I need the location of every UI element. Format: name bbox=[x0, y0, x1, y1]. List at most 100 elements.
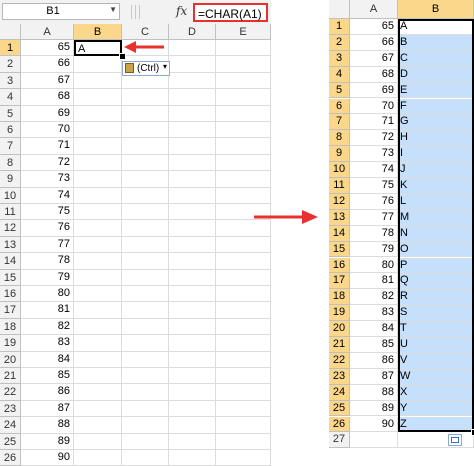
cell-b[interactable] bbox=[74, 318, 122, 336]
cell-a[interactable] bbox=[350, 432, 398, 449]
grid-cell[interactable] bbox=[169, 204, 216, 221]
row-header[interactable]: 18 bbox=[0, 318, 21, 336]
row-header[interactable]: 10 bbox=[329, 162, 350, 178]
cell-a[interactable]: 89 bbox=[21, 433, 74, 450]
cell-b[interactable] bbox=[74, 433, 122, 450]
cell-a[interactable]: 72 bbox=[350, 130, 398, 147]
column-header-e[interactable]: E bbox=[216, 24, 271, 40]
cell-b[interactable]: X bbox=[398, 384, 474, 401]
grid-cell[interactable] bbox=[216, 433, 271, 450]
cell-a[interactable]: 74 bbox=[350, 162, 398, 178]
cell-b[interactable]: Q bbox=[398, 273, 474, 290]
row-header[interactable]: 7 bbox=[0, 138, 21, 155]
row-header[interactable]: 1 bbox=[0, 40, 21, 57]
name-box[interactable]: B1 ▼ bbox=[2, 3, 120, 20]
row-header[interactable]: 6 bbox=[329, 98, 350, 115]
cell-a[interactable]: 90 bbox=[350, 416, 398, 433]
cell-a[interactable]: 75 bbox=[350, 178, 398, 194]
cell-a[interactable]: 76 bbox=[350, 193, 398, 210]
grid-cell[interactable] bbox=[169, 138, 216, 155]
grid-cell[interactable] bbox=[216, 368, 271, 385]
cell-a[interactable]: 70 bbox=[350, 98, 398, 115]
cell-b[interactable]: M bbox=[398, 209, 474, 226]
cell-b[interactable] bbox=[74, 302, 122, 319]
row-header[interactable]: 2 bbox=[329, 34, 350, 51]
row-header[interactable]: 3 bbox=[329, 50, 350, 67]
grid-cell[interactable] bbox=[122, 89, 169, 106]
cell-b[interactable] bbox=[74, 400, 122, 418]
cell-b[interactable] bbox=[74, 384, 122, 401]
cell-b[interactable]: Z bbox=[398, 416, 474, 433]
grid-cell[interactable] bbox=[216, 417, 271, 434]
grid-cell[interactable] bbox=[169, 56, 216, 73]
paste-options-button[interactable]: (Ctrl) ▾ bbox=[122, 61, 170, 76]
cell-a[interactable]: 68 bbox=[21, 89, 74, 106]
row-header[interactable]: 26 bbox=[329, 416, 350, 433]
row-header[interactable]: 5 bbox=[329, 82, 350, 99]
cell-b[interactable] bbox=[74, 335, 122, 352]
cell-a[interactable]: 72 bbox=[21, 154, 74, 172]
grid-cell[interactable] bbox=[216, 56, 271, 73]
chevron-down-icon[interactable]: ▾ bbox=[163, 62, 167, 71]
grid-cell[interactable] bbox=[169, 72, 216, 90]
cell-b[interactable]: I bbox=[398, 146, 474, 163]
cell-b[interactable] bbox=[74, 253, 122, 270]
row-header[interactable]: 25 bbox=[329, 400, 350, 417]
cell-b[interactable]: V bbox=[398, 352, 474, 369]
cell-b[interactable] bbox=[74, 89, 122, 106]
cell-a[interactable]: 66 bbox=[21, 56, 74, 73]
row-header[interactable]: 18 bbox=[329, 289, 350, 306]
fill-handle[interactable] bbox=[119, 53, 126, 61]
row-header[interactable]: 19 bbox=[329, 305, 350, 322]
grid-cell[interactable] bbox=[122, 122, 169, 139]
cell-a[interactable]: 78 bbox=[350, 225, 398, 242]
grid-cell[interactable] bbox=[122, 335, 169, 352]
row-header[interactable]: 22 bbox=[329, 352, 350, 369]
cell-b[interactable]: J bbox=[398, 162, 474, 178]
grid-cell[interactable] bbox=[216, 384, 271, 401]
cell-a[interactable]: 88 bbox=[350, 384, 398, 401]
grid-cell[interactable] bbox=[169, 318, 216, 336]
row-header[interactable]: 27 bbox=[329, 432, 350, 449]
grid-cell[interactable] bbox=[216, 400, 271, 418]
grid-cell[interactable] bbox=[122, 302, 169, 319]
grid-cell[interactable] bbox=[122, 400, 169, 418]
row-header[interactable]: 21 bbox=[329, 337, 350, 353]
grid-cell[interactable] bbox=[122, 171, 169, 188]
cell-a[interactable]: 85 bbox=[350, 337, 398, 353]
cell-a[interactable]: 67 bbox=[350, 50, 398, 67]
grid-cell[interactable] bbox=[169, 286, 216, 303]
grid-cell[interactable] bbox=[216, 269, 271, 286]
grid-cell[interactable] bbox=[169, 122, 216, 139]
grid-cell[interactable] bbox=[216, 40, 271, 57]
grid-cell[interactable] bbox=[169, 269, 216, 286]
cell-b[interactable]: Y bbox=[398, 400, 474, 417]
column-header-a[interactable]: A bbox=[350, 0, 398, 19]
grid-cell[interactable] bbox=[216, 72, 271, 90]
row-header[interactable]: 16 bbox=[0, 286, 21, 303]
grid-cell[interactable] bbox=[169, 400, 216, 418]
grid-cell[interactable] bbox=[169, 433, 216, 450]
cell-b[interactable] bbox=[74, 154, 122, 172]
cell-b[interactable]: R bbox=[398, 289, 474, 306]
cell-b[interactable]: K bbox=[398, 178, 474, 194]
row-header[interactable]: 9 bbox=[329, 146, 350, 163]
cell-b[interactable] bbox=[74, 187, 122, 204]
row-header[interactable]: 4 bbox=[329, 66, 350, 83]
grid-cell[interactable] bbox=[216, 171, 271, 188]
cell-b[interactable]: W bbox=[398, 368, 474, 385]
grid-cell[interactable] bbox=[216, 236, 271, 254]
cell-a[interactable]: 69 bbox=[350, 82, 398, 99]
grid-cell[interactable] bbox=[169, 236, 216, 254]
grid-cell[interactable] bbox=[169, 40, 216, 57]
row-header[interactable]: 17 bbox=[329, 273, 350, 290]
grid-cell[interactable] bbox=[216, 105, 271, 122]
cell-b[interactable]: G bbox=[398, 114, 474, 131]
cell-b[interactable] bbox=[74, 417, 122, 434]
cell-b[interactable]: F bbox=[398, 98, 474, 115]
cell-b[interactable]: S bbox=[398, 305, 474, 322]
cell-b[interactable]: N bbox=[398, 225, 474, 242]
cell-b[interactable] bbox=[74, 351, 122, 368]
row-header[interactable]: 24 bbox=[0, 417, 21, 434]
cell-b[interactable] bbox=[74, 220, 122, 237]
